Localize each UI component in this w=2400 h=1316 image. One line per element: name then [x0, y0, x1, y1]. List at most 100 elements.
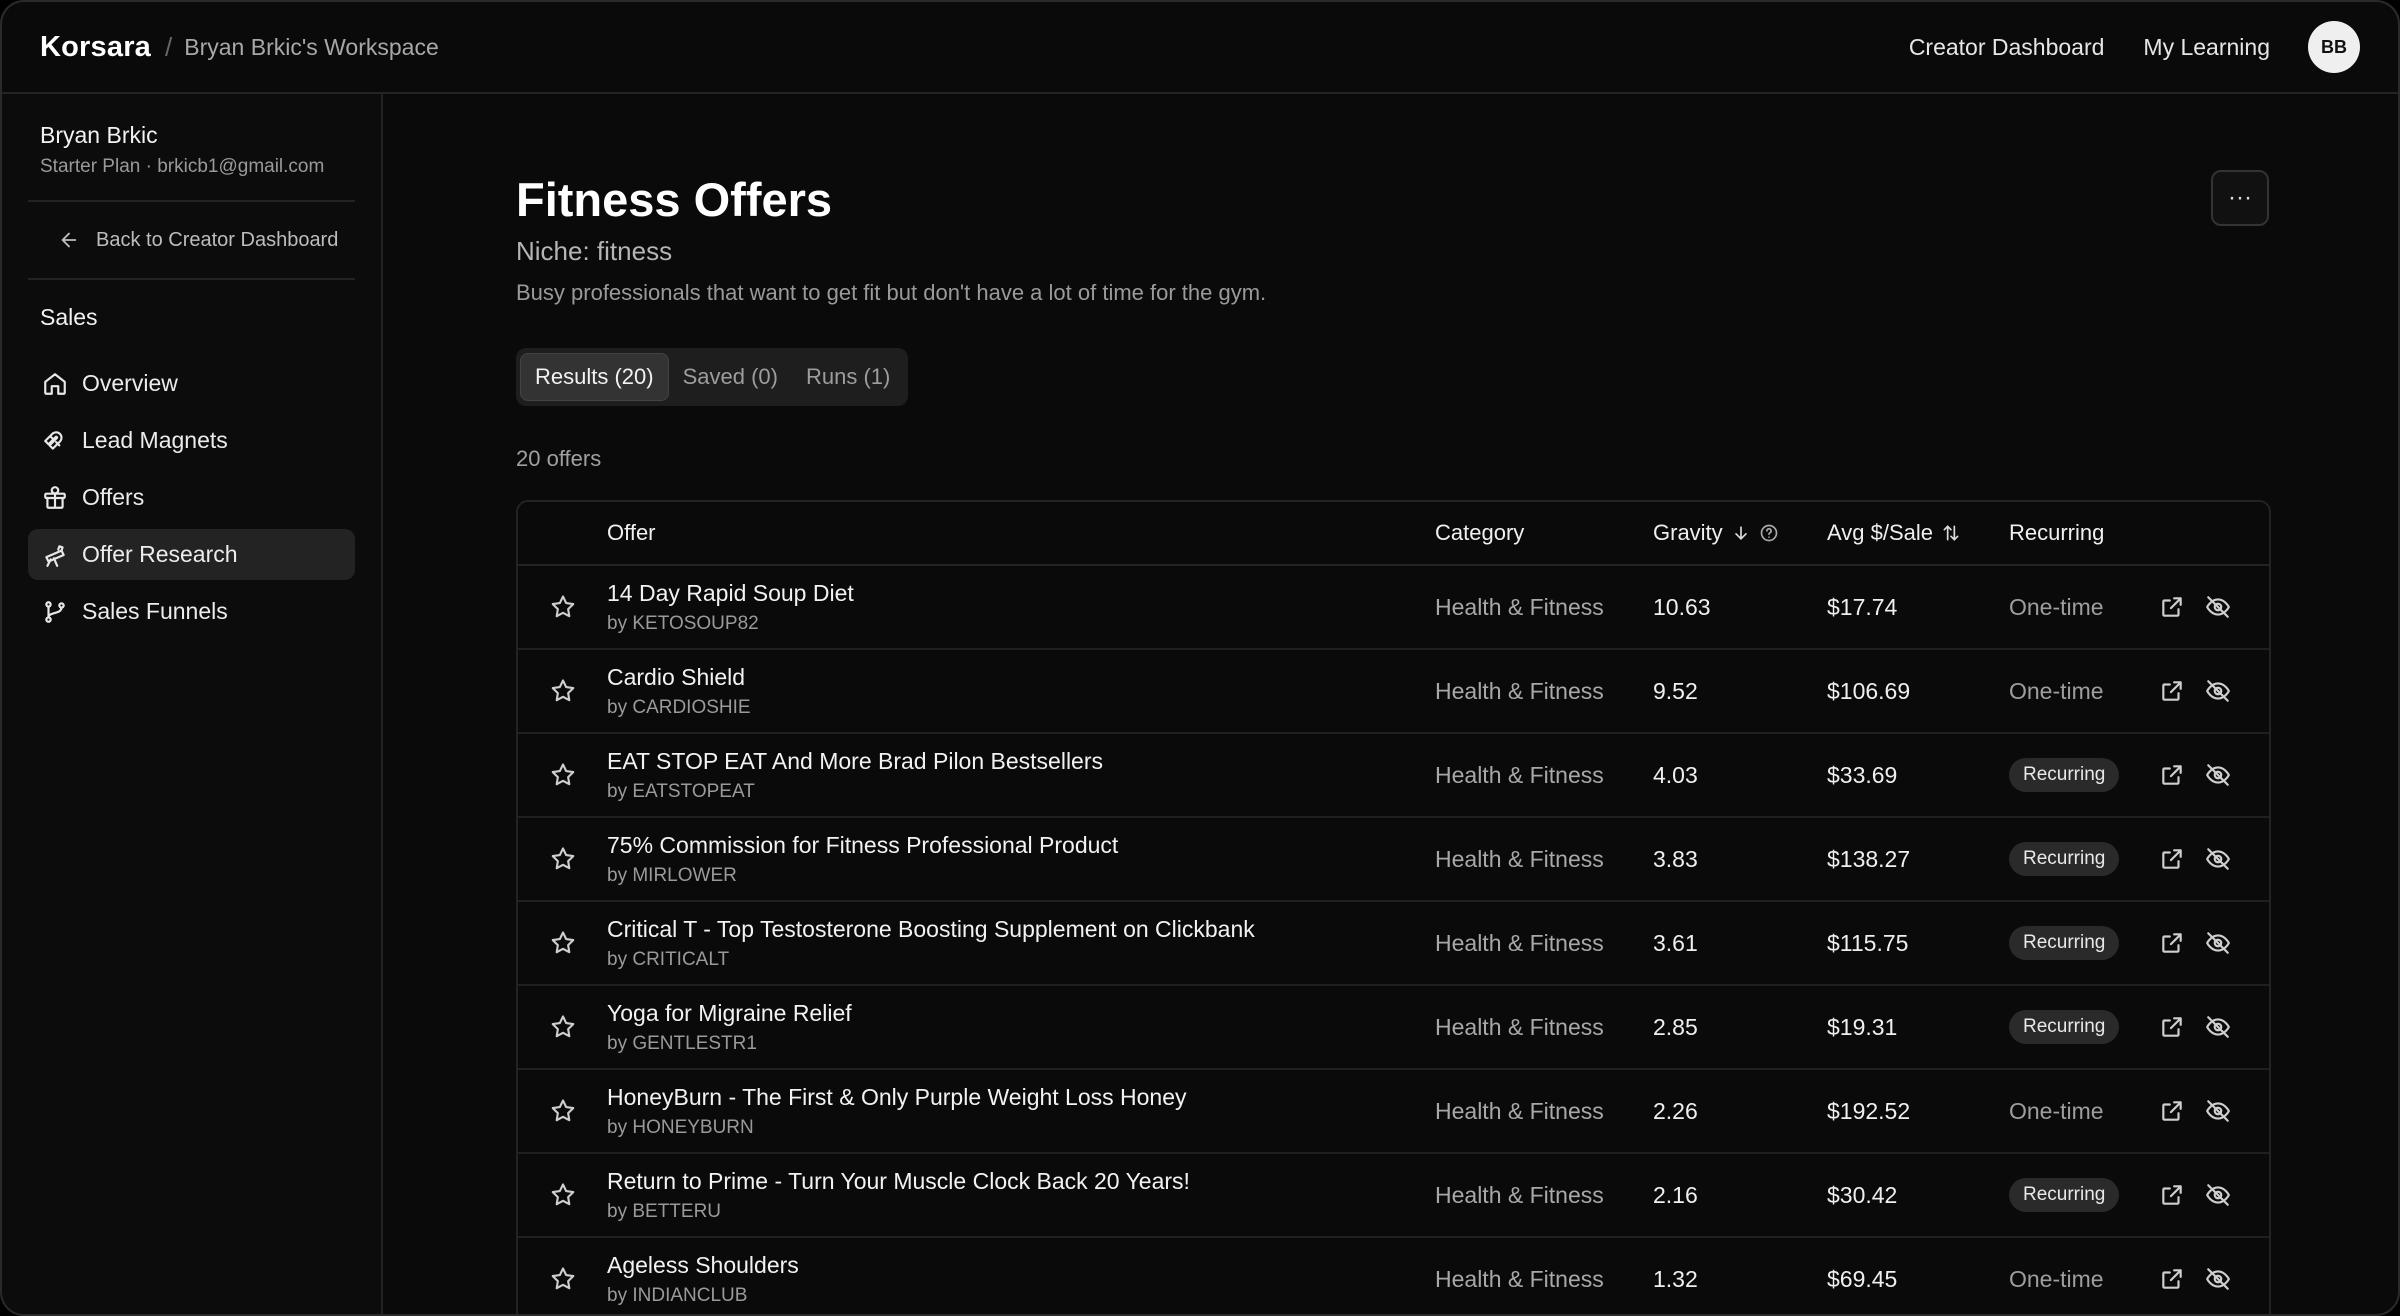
star-icon[interactable]	[549, 1265, 577, 1293]
brand-logo[interactable]: Korsara	[40, 31, 151, 64]
offer-cell[interactable]: 75% Commission for Fitness Professional …	[607, 832, 1435, 887]
eye-off-icon[interactable]	[2205, 594, 2231, 620]
star-icon[interactable]	[549, 929, 577, 957]
niche-label: Niche: fitness	[516, 236, 673, 266]
offer-name: Return to Prime - Turn Your Muscle Clock…	[607, 1167, 1190, 1194]
my-learning-link[interactable]: My Learning	[2143, 34, 2270, 61]
tab-results[interactable]: Results (20)	[520, 353, 669, 401]
offer-cell[interactable]: Return to Prime - Turn Your Muscle Clock…	[607, 1168, 1435, 1223]
recurring-badge: Recurring	[2009, 1178, 2120, 1212]
offer-gravity: 4.03	[1653, 761, 1698, 788]
offer-category: Health & Fitness	[1435, 677, 1604, 704]
eye-off-icon[interactable]	[2205, 1098, 2231, 1124]
help-circle-icon[interactable]	[1759, 523, 1779, 543]
table-row: Return to Prime - Turn Your Muscle Clock…	[518, 1154, 2269, 1238]
offer-cell[interactable]: Yoga for Migraine Relief by GENTLESTR1	[607, 1000, 1435, 1055]
offer-category: Health & Fitness	[1435, 845, 1604, 872]
tab-runs[interactable]: Runs (1)	[792, 353, 904, 401]
sidebar-item-overview[interactable]: Overview	[28, 358, 355, 409]
offer-recurring: Recurring	[2009, 1178, 2159, 1212]
col-avg-sale-sort[interactable]: Avg $/Sale	[1827, 520, 2009, 546]
offer-recurring: Recurring	[2009, 758, 2159, 792]
offer-recurring: One-time	[2009, 1265, 2104, 1292]
offer-avg-sale: $115.75	[1827, 929, 1909, 956]
tab-bar: Results (20) Saved (0) Runs (1)	[516, 348, 909, 406]
offer-cell[interactable]: EAT STOP EAT And More Brad Pilon Bestsel…	[607, 748, 1435, 803]
sidebar-item-label: Lead Magnets	[82, 427, 228, 453]
external-link-icon[interactable]	[2159, 1014, 2185, 1040]
sidebar-item-label: Offer Research	[82, 541, 238, 567]
eye-off-icon[interactable]	[2205, 1182, 2231, 1208]
offer-cell[interactable]: Cardio Shield by CARDIOSHIE	[607, 664, 1435, 719]
external-link-icon[interactable]	[2159, 930, 2185, 956]
sidebar: Bryan Brkic Starter Plan · brkicb1@gmail…	[2, 94, 383, 1314]
table-row: Cardio Shield by CARDIOSHIE Health & Fit…	[518, 650, 2269, 734]
offer-cell[interactable]: 14 Day Rapid Soup Diet by KETOSOUP82	[607, 580, 1435, 635]
eye-off-icon[interactable]	[2205, 1014, 2231, 1040]
offer-avg-sale: $33.69	[1827, 761, 1898, 788]
home-icon	[44, 372, 66, 395]
main-content: Fitness Offers ··· Niche: fitness Busy p…	[385, 96, 2398, 1314]
external-link-icon[interactable]	[2159, 594, 2185, 620]
offer-category: Health & Fitness	[1435, 1181, 1604, 1208]
star-icon[interactable]	[549, 593, 577, 621]
external-link-icon[interactable]	[2159, 846, 2185, 872]
sidebar-item-offer-research[interactable]: Offer Research	[28, 529, 355, 580]
offer-gravity: 3.61	[1653, 929, 1698, 956]
table-body: 14 Day Rapid Soup Diet by KETOSOUP82 Hea…	[518, 566, 2269, 1314]
offer-avg-sale: $106.69	[1827, 677, 1911, 704]
recurring-badge: Recurring	[2009, 842, 2120, 876]
eye-off-icon[interactable]	[2205, 930, 2231, 956]
offer-category: Health & Fitness	[1435, 929, 1604, 956]
sidebar-item-lead-magnets[interactable]: Lead Magnets	[28, 415, 355, 466]
star-icon[interactable]	[549, 1181, 577, 1209]
magnet-icon	[44, 430, 63, 450]
back-to-dashboard-link[interactable]: Back to Creator Dashboard	[28, 202, 355, 280]
offer-avg-sale: $138.27	[1827, 845, 1911, 872]
offer-gravity: 2.26	[1653, 1097, 1698, 1124]
external-link-icon[interactable]	[2159, 1098, 2185, 1124]
arrow-left-icon	[61, 232, 77, 248]
offer-vendor: by GENTLESTR1	[607, 1032, 757, 1054]
telescope-icon	[45, 544, 65, 567]
offer-cell[interactable]: Ageless Shoulders by INDIANCLUB	[607, 1252, 1435, 1307]
external-link-icon[interactable]	[2159, 762, 2185, 788]
sidebar-item-sales-funnels[interactable]: Sales Funnels	[28, 586, 355, 637]
sidebar-item-offers[interactable]: Offers	[28, 472, 355, 523]
table-row: 75% Commission for Fitness Professional …	[518, 818, 2269, 902]
external-link-icon[interactable]	[2159, 678, 2185, 704]
avatar[interactable]: BB	[2308, 21, 2360, 73]
star-icon[interactable]	[549, 677, 577, 705]
workspace-name[interactable]: Bryan Brkic's Workspace	[184, 34, 438, 61]
offer-category: Health & Fitness	[1435, 1013, 1604, 1040]
tab-saved[interactable]: Saved (0)	[669, 353, 792, 401]
app-window: Korsara / Bryan Brkic's Workspace Creato…	[0, 0, 2400, 1316]
star-icon[interactable]	[549, 1097, 577, 1125]
offer-avg-sale: $19.31	[1827, 1013, 1898, 1040]
star-icon[interactable]	[549, 761, 577, 789]
col-gravity-sort[interactable]: Gravity	[1653, 520, 1827, 546]
offer-cell[interactable]: HoneyBurn - The First & Only Purple Weig…	[607, 1084, 1435, 1139]
eye-off-icon[interactable]	[2205, 1266, 2231, 1292]
eye-off-icon[interactable]	[2205, 762, 2231, 788]
star-icon[interactable]	[549, 1013, 577, 1041]
offer-name: Ageless Shoulders	[607, 1251, 799, 1278]
creator-dashboard-link[interactable]: Creator Dashboard	[1909, 34, 2105, 61]
table-row: Critical T - Top Testosterone Boosting S…	[518, 902, 2269, 986]
offer-vendor: by CARDIOSHIE	[607, 696, 751, 718]
eye-off-icon[interactable]	[2205, 678, 2231, 704]
offer-category: Health & Fitness	[1435, 1097, 1604, 1124]
star-icon[interactable]	[549, 845, 577, 873]
more-options-button[interactable]: ···	[2211, 170, 2269, 226]
offer-gravity: 3.83	[1653, 845, 1698, 872]
offer-recurring: Recurring	[2009, 1010, 2159, 1044]
external-link-icon[interactable]	[2159, 1266, 2185, 1292]
eye-off-icon[interactable]	[2205, 846, 2231, 872]
offer-name: EAT STOP EAT And More Brad Pilon Bestsel…	[607, 747, 1104, 774]
external-link-icon[interactable]	[2159, 1182, 2185, 1208]
audience-description: Busy professionals that want to get fit …	[516, 280, 1267, 305]
offer-count: 20 offers	[516, 446, 602, 471]
offer-vendor: by CRITICALT	[607, 948, 730, 970]
offers-table: Offer Category Gravity Avg $/Sale Recurr…	[516, 500, 2271, 1314]
offer-cell[interactable]: Critical T - Top Testosterone Boosting S…	[607, 916, 1435, 971]
